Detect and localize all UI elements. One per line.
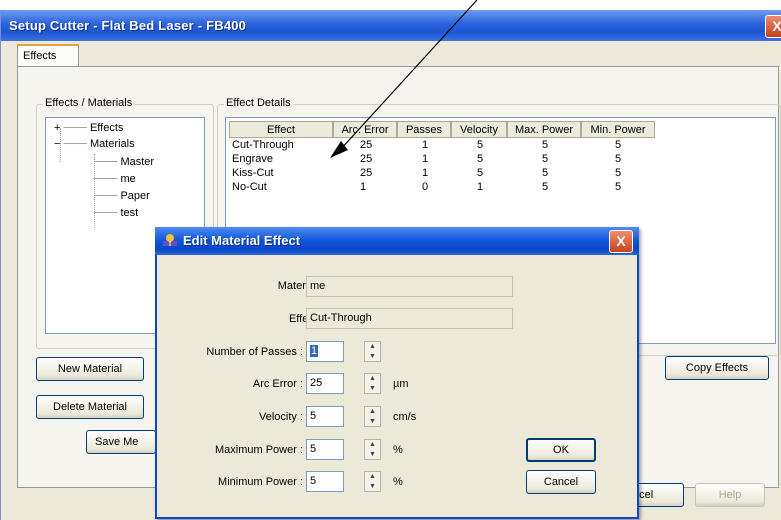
effect-details-group-label: Effect Details <box>224 97 293 109</box>
tree-item-label: Effects <box>89 122 124 134</box>
tree-item-master[interactable]: ─── Master <box>94 156 154 168</box>
material-field: me <box>306 276 513 297</box>
tree-item-label: Master <box>120 156 155 168</box>
arc-error-spinner[interactable]: ▲ ▼ <box>364 373 381 394</box>
passes-input[interactable]: 1 <box>306 341 344 362</box>
max-power-unit: % <box>393 444 403 456</box>
spin-down-icon[interactable]: ▼ <box>365 352 380 361</box>
tree-item-materials[interactable]: − ─── Materials <box>54 138 135 150</box>
arc-error-cell: 1 <box>360 181 367 193</box>
save-material-button[interactable]: Save Me <box>86 430 156 454</box>
min-power-cell: 5 <box>615 167 622 179</box>
arc-error-label: Arc Error : <box>252 378 303 390</box>
edit-material-effect-dialog: Edit Material Effect X Material : me Eff… <box>155 227 639 519</box>
passes-cell: 1 <box>422 167 429 179</box>
help-button[interactable]: Help <box>695 483 765 507</box>
max-power-cell: 5 <box>542 167 549 179</box>
effect-name-cell: Kiss-Cut <box>232 167 274 179</box>
velocity-cell: 5 <box>477 139 484 151</box>
velocity-unit: cm/s <box>393 411 417 423</box>
spin-down-icon[interactable]: ▼ <box>365 417 380 426</box>
effect-name-cell: No-Cut <box>232 181 267 193</box>
spin-down-icon[interactable]: ▼ <box>365 482 380 491</box>
dialog-close-button[interactable]: X <box>609 230 633 253</box>
velocity-spinner[interactable]: ▲ ▼ <box>364 406 381 427</box>
dialog-titlebar[interactable]: Edit Material Effect X <box>155 227 639 255</box>
arc-error-cell: 25 <box>360 153 373 165</box>
max-power-label: Maximum Power : <box>214 444 303 456</box>
spin-up-icon[interactable]: ▲ <box>365 407 380 416</box>
column-header-max-power[interactable]: Max. Power <box>507 121 581 138</box>
arc-error-cell: 25 <box>360 139 373 151</box>
column-header-passes[interactable]: Passes <box>397 121 451 138</box>
arc-error-cell: 25 <box>360 167 373 179</box>
max-power-input[interactable]: 5 <box>306 439 344 460</box>
material-label: Material : <box>277 280 323 292</box>
max-power-cell: 5 <box>542 181 549 193</box>
passes-value: 1 <box>310 345 319 357</box>
tab-effects[interactable]: Effects <box>17 44 79 66</box>
max-power-cell: 5 <box>542 139 549 151</box>
velocity-input[interactable]: 5 <box>306 406 344 427</box>
tree-expand-icon[interactable]: + <box>54 122 60 134</box>
copy-effects-button[interactable]: Copy Effects <box>665 356 769 380</box>
column-header-velocity[interactable]: Velocity <box>451 121 507 138</box>
passes-spinner[interactable]: ▲ ▼ <box>364 341 381 362</box>
min-power-spinner[interactable]: ▲ ▼ <box>364 471 381 492</box>
velocity-cell: 5 <box>477 167 484 179</box>
new-material-button[interactable]: New Material <box>36 357 144 381</box>
velocity-cell: 5 <box>477 153 484 165</box>
tree-item-paper[interactable]: ─── Paper <box>94 190 150 202</box>
arc-error-unit: µm <box>393 378 409 390</box>
tree-item-label: Materials <box>89 138 135 150</box>
window-titlebar[interactable]: Setup Cutter - Flat Bed Laser - FB400 X <box>1 10 781 41</box>
tree-item-test[interactable]: ─── test <box>94 207 138 219</box>
window-close-button[interactable]: X <box>765 15 781 38</box>
effect-field: Cut-Through <box>306 308 513 329</box>
effect-name-cell: Engrave <box>232 153 273 165</box>
max-power-cell: 5 <box>542 153 549 165</box>
tree-item-label: test <box>120 207 139 219</box>
delete-material-button[interactable]: Delete Material <box>36 395 144 419</box>
min-power-cell: 5 <box>615 181 622 193</box>
column-header-effect[interactable]: Effect <box>229 121 333 138</box>
passes-label: Number of Passes : <box>206 346 303 358</box>
spin-up-icon[interactable]: ▲ <box>365 440 380 449</box>
arc-error-input[interactable]: 25 <box>306 373 344 394</box>
tree-item-label: Paper <box>120 190 150 202</box>
window-title: Setup Cutter - Flat Bed Laser - FB400 <box>9 18 247 33</box>
dialog-cancel-button[interactable]: Cancel <box>526 470 596 494</box>
column-header-arc-error[interactable]: Arc. Error <box>333 121 397 138</box>
min-power-input[interactable]: 5 <box>306 471 344 492</box>
tree-item-effects[interactable]: + ─── Effects <box>54 122 123 134</box>
column-header-min-power[interactable]: Min. Power <box>581 121 655 138</box>
spin-up-icon[interactable]: ▲ <box>365 472 380 481</box>
passes-cell: 1 <box>422 153 429 165</box>
min-power-cell: 5 <box>615 153 622 165</box>
min-power-label: Minimum Power : <box>218 476 303 488</box>
passes-cell: 1 <box>422 139 429 151</box>
passes-cell: 0 <box>422 181 429 193</box>
effect-name-cell: Cut-Through <box>232 139 294 151</box>
min-power-unit: % <box>393 476 403 488</box>
max-power-spinner[interactable]: ▲ ▼ <box>364 439 381 460</box>
spin-up-icon[interactable]: ▲ <box>365 374 380 383</box>
ok-button[interactable]: OK <box>526 438 596 462</box>
velocity-label: Velocity : <box>258 411 303 423</box>
min-power-cell: 5 <box>615 139 622 151</box>
tree-item-me[interactable]: ─── me <box>94 173 136 185</box>
effects-materials-group-label: Effects / Materials <box>43 97 135 109</box>
effect-label: Effect : <box>288 313 323 325</box>
spin-down-icon[interactable]: ▼ <box>365 384 380 393</box>
spin-up-icon[interactable]: ▲ <box>365 342 380 351</box>
velocity-cell: 1 <box>477 181 484 193</box>
spin-down-icon[interactable]: ▼ <box>365 450 380 459</box>
tree-collapse-icon[interactable]: − <box>54 138 60 150</box>
laser-app-icon <box>163 234 177 246</box>
tree-item-label: me <box>120 173 136 185</box>
dialog-title: Edit Material Effect <box>183 233 301 248</box>
